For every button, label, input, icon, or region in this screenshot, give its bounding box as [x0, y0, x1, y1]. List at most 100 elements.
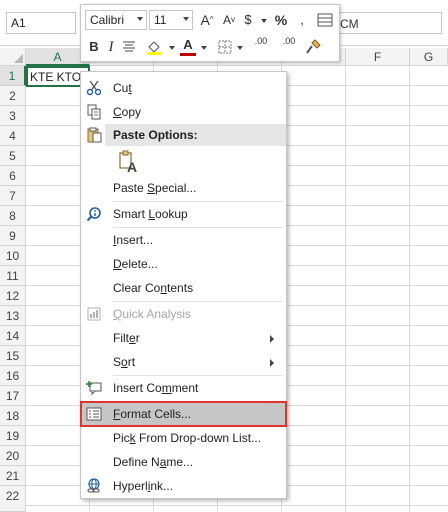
menu-item-insert-comment[interactable]: Insert Comment — [81, 376, 286, 400]
currency-button[interactable]: $ — [241, 10, 255, 30]
name-box[interactable]: A1 — [6, 12, 76, 34]
increase-decimal-button[interactable]: .00 — [249, 36, 273, 56]
row-header[interactable]: 16 — [0, 366, 26, 386]
row-header[interactable]: 17 — [0, 386, 26, 406]
menu-item-label: Copy — [113, 105, 142, 119]
menu-item-hyperlink[interactable]: Hyperlink... — [81, 474, 286, 498]
row-header[interactable]: 14 — [0, 326, 26, 346]
menu-item-quick-analysis[interactable]: Quick Analysis — [81, 302, 286, 326]
formula-text: CM — [340, 17, 359, 31]
submenu-arrow-icon — [270, 359, 274, 367]
bold-button[interactable]: B — [87, 37, 101, 57]
paste-keep-formatting-button[interactable]: A — [117, 150, 139, 175]
menu-item-format-cells[interactable]: Format Cells... — [80, 401, 287, 427]
font-size-combo[interactable]: 11 — [149, 10, 193, 30]
menu-item-label: Clear Contents — [113, 281, 194, 295]
row-header[interactable]: 15 — [0, 346, 26, 366]
percent-icon: % — [274, 12, 288, 28]
decrease-decimal-icon: .00 — [282, 36, 296, 46]
row-header[interactable]: 11 — [0, 266, 26, 286]
menu-item-copy[interactable]: Copy — [81, 100, 286, 124]
row-header[interactable]: 2 — [0, 86, 26, 106]
menu-item-define-name[interactable]: Define Name... — [81, 450, 286, 474]
format-cells-icon — [86, 407, 102, 421]
smart-lookup-icon — [86, 207, 101, 222]
chevron-down-icon[interactable] — [201, 46, 207, 50]
percent-button[interactable]: % — [273, 10, 289, 30]
menu-item-label: Smart Lookup — [113, 207, 188, 221]
menu-item-paste-special[interactable]: Paste Special... — [81, 176, 286, 200]
grow-font-icon: A — [200, 12, 210, 28]
menu-item-label: Cut — [113, 81, 132, 95]
menu-item-label: Pick From Drop-down List... — [113, 431, 262, 445]
row-header[interactable]: 7 — [0, 186, 26, 206]
menu-item-label: Delete... — [113, 257, 158, 271]
column-header-g[interactable]: G — [410, 48, 448, 66]
menu-item-sort[interactable]: Sort — [81, 350, 286, 374]
row-header[interactable]: 10 — [0, 246, 26, 266]
row-header[interactable]: 13 — [0, 306, 26, 326]
menu-item-clear-contents[interactable]: Clear Contents — [81, 276, 286, 300]
chevron-down-icon[interactable] — [237, 46, 243, 50]
menu-item-pick-from-list[interactable]: Pick From Drop-down List... — [81, 426, 286, 450]
context-menu: Cut Copy Paste Options: A Paste Special.… — [80, 71, 287, 499]
comma-style-button[interactable]: , — [295, 10, 309, 30]
grow-font-button[interactable]: A^ — [199, 10, 215, 30]
menu-item-filter[interactable]: Filter — [81, 326, 286, 350]
align-center-button[interactable] — [121, 37, 137, 57]
submenu-arrow-icon — [270, 335, 274, 343]
row-header[interactable]: 3 — [0, 106, 26, 126]
increase-decimal-icon: .00 — [254, 36, 268, 46]
mini-toolbar: Calibri 11 A^ Av $ % , B I A .00 .00 — [80, 4, 340, 62]
comma-style-icon: , — [300, 12, 304, 27]
menu-item-label: Filter — [113, 331, 140, 345]
row-header[interactable]: 21 — [0, 466, 26, 486]
svg-text:A: A — [127, 159, 137, 174]
chevron-down-icon — [137, 17, 143, 21]
font-color-button[interactable]: A — [179, 35, 197, 56]
shrink-font-button[interactable]: Av — [221, 10, 237, 30]
table-format-icon — [317, 13, 333, 27]
row-header[interactable]: 6 — [0, 166, 26, 186]
row-header[interactable]: 12 — [0, 286, 26, 306]
font-name-value: Calibri — [90, 13, 125, 27]
clipboard-icon — [87, 127, 102, 143]
menu-item-delete[interactable]: Delete... — [81, 252, 286, 276]
format-painter-table-button[interactable] — [315, 10, 335, 30]
row-header[interactable]: 20 — [0, 446, 26, 466]
select-all-corner[interactable] — [0, 48, 26, 66]
chevron-down-icon[interactable] — [261, 19, 267, 23]
row-header[interactable]: 22 — [0, 486, 26, 512]
menu-item-label: Quick Analysis — [113, 307, 192, 321]
row-header[interactable]: 1 — [0, 66, 26, 86]
row-header[interactable]: 4 — [0, 126, 26, 146]
menu-item-label: Insert Comment — [113, 381, 199, 395]
menu-item-label: Insert... — [113, 233, 154, 247]
decrease-decimal-button[interactable]: .00 — [277, 36, 301, 56]
row-header[interactable]: 8 — [0, 206, 26, 226]
scissors-icon — [86, 80, 102, 96]
bold-icon: B — [89, 39, 99, 54]
fill-color-button[interactable] — [143, 37, 165, 57]
menu-item-label: Format Cells... — [113, 407, 192, 421]
hyperlink-icon — [87, 478, 100, 493]
font-name-combo[interactable]: Calibri — [85, 10, 147, 30]
menu-item-insert[interactable]: Insert... — [81, 228, 286, 252]
borders-icon — [218, 40, 232, 54]
font-color-icon: A — [183, 37, 193, 52]
row-header[interactable]: 5 — [0, 146, 26, 166]
paste-options-header: Paste Options: — [105, 124, 286, 146]
column-header-f[interactable]: F — [346, 48, 410, 66]
font-color-bar — [180, 53, 196, 56]
borders-button[interactable] — [217, 37, 233, 57]
menu-item-cut[interactable]: Cut — [81, 76, 286, 100]
menu-item-smart-lookup[interactable]: Smart Lookup — [81, 202, 286, 226]
row-header[interactable]: 9 — [0, 226, 26, 246]
italic-button[interactable]: I — [105, 37, 117, 57]
italic-icon: I — [108, 39, 114, 55]
format-painter-button[interactable] — [303, 37, 323, 57]
row-header[interactable]: 19 — [0, 426, 26, 446]
row-header[interactable]: 18 — [0, 406, 26, 426]
chevron-down-icon[interactable] — [169, 46, 175, 50]
menu-item-label: Define Name... — [113, 455, 194, 469]
